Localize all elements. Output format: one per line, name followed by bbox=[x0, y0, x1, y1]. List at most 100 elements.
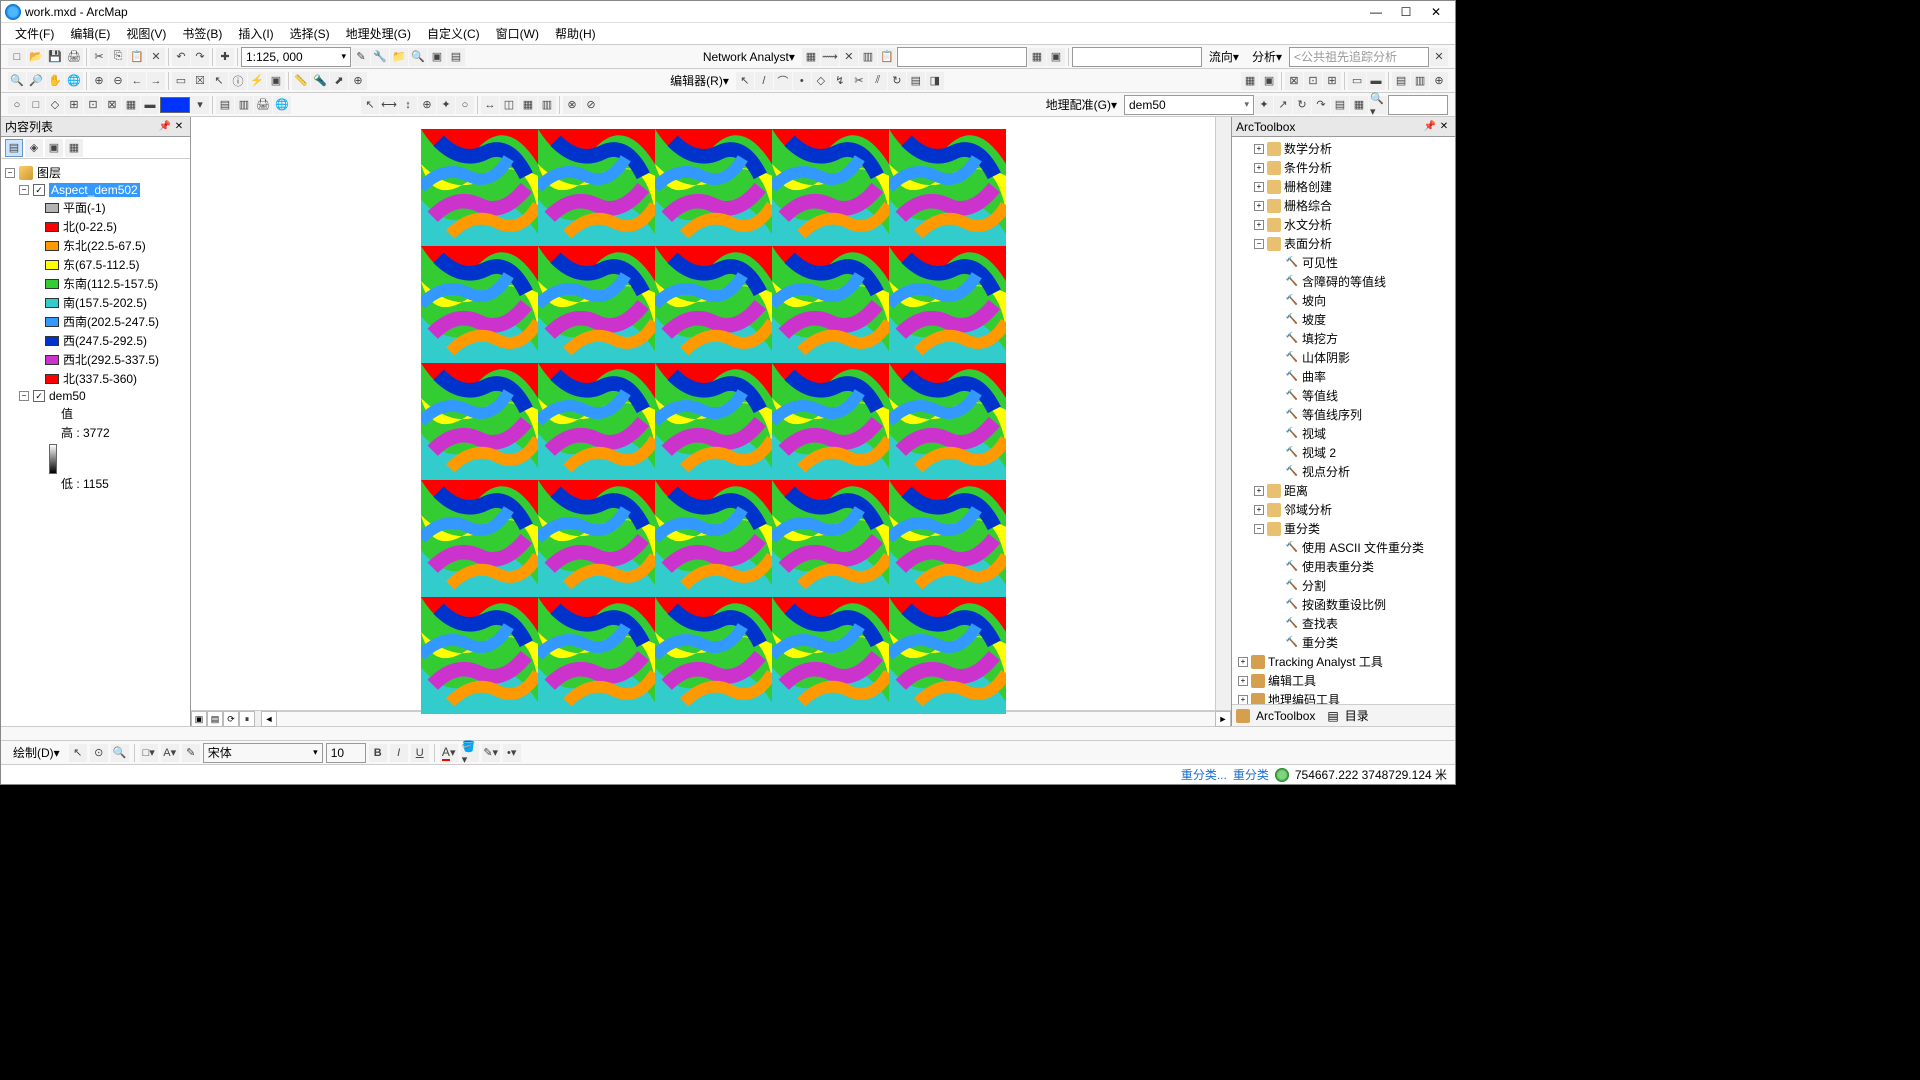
na-layer-input[interactable] bbox=[897, 47, 1027, 67]
toolbox-button[interactable]: 🔧 bbox=[371, 48, 389, 66]
tool-item[interactable]: 坡向 bbox=[1234, 291, 1453, 310]
font-family-select[interactable]: 宋体▾ bbox=[203, 743, 323, 763]
expand-toggle[interactable]: − bbox=[1254, 239, 1264, 249]
dem-layer-label[interactable]: dem50 bbox=[49, 389, 86, 403]
topo-6[interactable]: ▭ bbox=[1348, 72, 1366, 90]
na-btn-4[interactable]: ▥ bbox=[859, 48, 877, 66]
na-input-2[interactable] bbox=[1072, 47, 1202, 67]
expand-toggle[interactable]: + bbox=[1254, 144, 1264, 154]
toc-pin-button[interactable]: 📌 bbox=[158, 120, 172, 134]
adj-7[interactable]: ↔ bbox=[481, 96, 499, 114]
select-elements-button[interactable]: ↖ bbox=[210, 72, 228, 90]
model-button[interactable]: ▤ bbox=[447, 48, 465, 66]
redo-button[interactable]: ↷ bbox=[191, 48, 209, 66]
menu-edit[interactable]: 编辑(E) bbox=[62, 25, 118, 42]
font-size-select[interactable]: 10 bbox=[326, 743, 366, 763]
edit-sketch[interactable]: ◨ bbox=[926, 72, 944, 90]
catalog-tab[interactable]: 目录 bbox=[1345, 707, 1369, 724]
delete-button[interactable]: ✕ bbox=[147, 48, 165, 66]
expand-toggle[interactable]: − bbox=[1254, 524, 1264, 534]
list-by-visibility-button[interactable]: ▣ bbox=[45, 139, 63, 157]
adj-11[interactable]: ⊗ bbox=[563, 96, 581, 114]
measure-button[interactable]: 📏 bbox=[292, 72, 310, 90]
list-by-selection-button[interactable]: ▦ bbox=[65, 139, 83, 157]
fixed-zoom-in-button[interactable]: ⊕ bbox=[90, 72, 108, 90]
goto-xy-button[interactable]: ⊕ bbox=[349, 72, 367, 90]
georef-input[interactable] bbox=[1388, 95, 1448, 115]
map-canvas[interactable] bbox=[191, 117, 1215, 710]
expand-toggle[interactable]: + bbox=[1254, 505, 1264, 515]
expand-dem-layer[interactable]: − bbox=[19, 391, 29, 401]
legend-class-row[interactable]: 西南(202.5-247.5) bbox=[5, 312, 186, 331]
menu-insert[interactable]: 插入(I) bbox=[230, 25, 281, 42]
legend-class-row[interactable]: 北(0-22.5) bbox=[5, 217, 186, 236]
georef-7[interactable]: 🔍▾ bbox=[1369, 96, 1387, 114]
edit-cut[interactable]: ✂ bbox=[850, 72, 868, 90]
toolset-item[interactable]: +数学分析 bbox=[1234, 139, 1453, 158]
dem-visibility-checkbox[interactable] bbox=[33, 390, 45, 402]
edit-attributes[interactable]: ▤ bbox=[907, 72, 925, 90]
open-button[interactable]: 📂 bbox=[27, 48, 45, 66]
tool-item[interactable]: 分割 bbox=[1234, 576, 1453, 595]
georef-6[interactable]: ▦ bbox=[1350, 96, 1368, 114]
expand-toggle[interactable]: + bbox=[1238, 657, 1248, 667]
tool-item[interactable]: 含障碍的等值线 bbox=[1234, 272, 1453, 291]
expand-toggle[interactable]: + bbox=[1254, 163, 1264, 173]
snap-8[interactable]: ▬ bbox=[141, 96, 159, 114]
expand-dataframe[interactable]: − bbox=[5, 168, 15, 178]
adj-12[interactable]: ⊘ bbox=[582, 96, 600, 114]
minimize-button[interactable]: — bbox=[1361, 3, 1391, 21]
legend-class-row[interactable]: 平面(-1) bbox=[5, 198, 186, 217]
tool-item[interactable]: 重分类 bbox=[1234, 633, 1453, 652]
save-button[interactable]: 💾 bbox=[46, 48, 64, 66]
draw-rectangle-button[interactable]: □▾ bbox=[140, 744, 158, 762]
adj-1[interactable]: ↖ bbox=[361, 96, 379, 114]
arctoolbox-pin-button[interactable]: 📌 bbox=[1423, 120, 1437, 134]
cut-button[interactable]: ✂ bbox=[90, 48, 108, 66]
snap-3[interactable]: ◇ bbox=[46, 96, 64, 114]
expand-toggle[interactable]: + bbox=[1254, 201, 1264, 211]
draw-rotate-button[interactable]: ⊙ bbox=[90, 744, 108, 762]
toolset-item[interactable]: −重分类 bbox=[1234, 519, 1453, 538]
forward-button[interactable]: → bbox=[147, 72, 165, 90]
marker-color-button[interactable]: •▾ bbox=[503, 744, 521, 762]
legend-class-row[interactable]: 南(157.5-202.5) bbox=[5, 293, 186, 312]
copy-button[interactable]: ⎘ bbox=[109, 48, 127, 66]
toolset-item[interactable]: +编辑工具 bbox=[1234, 671, 1453, 690]
expand-aspect-layer[interactable]: − bbox=[19, 185, 29, 195]
snap-13[interactable]: 🌐 bbox=[273, 96, 291, 114]
adj-3[interactable]: ↕ bbox=[399, 96, 417, 114]
edit-line[interactable]: / bbox=[755, 72, 773, 90]
pan-button[interactable]: ✋ bbox=[46, 72, 64, 90]
tool-item[interactable]: 使用 ASCII 文件重分类 bbox=[1234, 538, 1453, 557]
menu-windows[interactable]: 窗口(W) bbox=[488, 25, 547, 42]
menu-file[interactable]: 文件(F) bbox=[7, 25, 62, 42]
legend-class-row[interactable]: 西北(292.5-337.5) bbox=[5, 350, 186, 369]
draw-text-button[interactable]: A▾ bbox=[161, 744, 179, 762]
tool-item[interactable]: 查找表 bbox=[1234, 614, 1453, 633]
toolset-item[interactable]: +栅格综合 bbox=[1234, 196, 1453, 215]
snap-9[interactable]: ▾ bbox=[191, 96, 209, 114]
adj-6[interactable]: ○ bbox=[456, 96, 474, 114]
close-button[interactable]: ✕ bbox=[1421, 3, 1451, 21]
font-color-button[interactable]: A▾ bbox=[440, 744, 458, 762]
toolset-item[interactable]: +栅格创建 bbox=[1234, 177, 1453, 196]
adj-9[interactable]: ▦ bbox=[519, 96, 537, 114]
topo-8[interactable]: ▤ bbox=[1392, 72, 1410, 90]
menu-customize[interactable]: 自定义(C) bbox=[419, 25, 488, 42]
adj-5[interactable]: ✦ bbox=[437, 96, 455, 114]
na-btn-7[interactable]: ▣ bbox=[1047, 48, 1065, 66]
expand-toggle[interactable]: + bbox=[1238, 695, 1248, 705]
topo-7[interactable]: ▬ bbox=[1367, 72, 1385, 90]
tool-item[interactable]: 视域 2 bbox=[1234, 443, 1453, 462]
menu-selection[interactable]: 选择(S) bbox=[282, 25, 338, 42]
draw-edit-button[interactable]: ✎ bbox=[182, 744, 200, 762]
editor-toolbar-button[interactable]: ✎ bbox=[352, 48, 370, 66]
tool-item[interactable]: 使用表重分类 bbox=[1234, 557, 1453, 576]
network-analyst-dropdown[interactable]: Network Analyst ▾ bbox=[697, 47, 801, 67]
toolset-item[interactable]: +条件分析 bbox=[1234, 158, 1453, 177]
trace-input[interactable]: <公共祖先追踪分析 bbox=[1289, 47, 1429, 67]
map-scrollbar-vertical[interactable] bbox=[1215, 117, 1231, 710]
edit-vertex[interactable]: ◇ bbox=[812, 72, 830, 90]
italic-button[interactable]: I bbox=[390, 744, 408, 762]
